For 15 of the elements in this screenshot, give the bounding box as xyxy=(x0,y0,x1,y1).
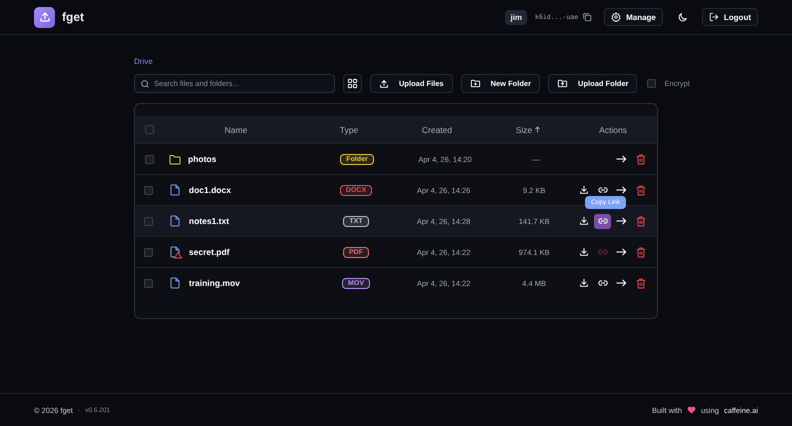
user-badge: jim xyxy=(505,10,528,24)
column-header: Actions xyxy=(599,124,627,134)
breadcrumb-link[interactable]: Drive xyxy=(134,57,153,66)
column-header[interactable]: Type xyxy=(340,124,358,134)
column-header[interactable]: Created xyxy=(422,124,452,134)
column-header[interactable]: Name xyxy=(224,124,248,134)
file-name[interactable]: training.mov xyxy=(188,278,240,288)
file-name[interactable]: secret.pdf xyxy=(188,247,230,257)
app-name: fget xyxy=(62,10,84,24)
manage-button[interactable]: Manage xyxy=(604,8,663,26)
column-header[interactable]: Size xyxy=(516,124,532,134)
file-name[interactable]: photos xyxy=(188,154,216,164)
file-name[interactable]: notes1.txt xyxy=(188,216,230,226)
logout-button[interactable]: Logout xyxy=(702,8,758,26)
file-name[interactable]: doc1.docx xyxy=(188,185,231,195)
